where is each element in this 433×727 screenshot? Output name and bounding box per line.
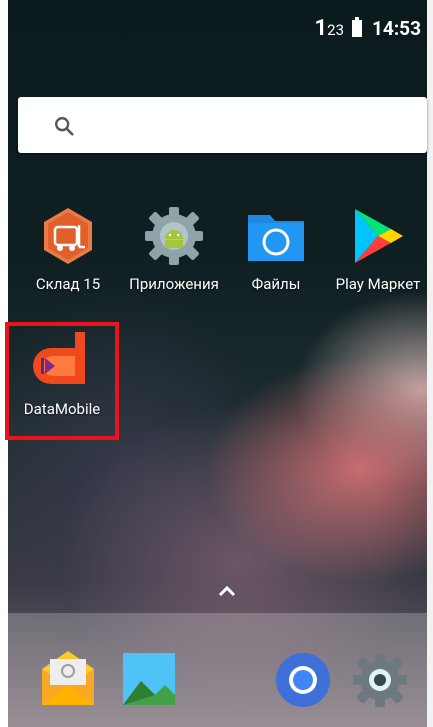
email-icon[interactable] [40, 651, 100, 709]
right-edge [427, 0, 433, 727]
app-prilozheniya[interactable]: Приложения [124, 205, 224, 293]
dock [8, 613, 427, 727]
battery-icon [352, 16, 363, 37]
sim-subnumber: 23 [327, 20, 345, 39]
forklift-icon [37, 205, 99, 267]
android-gear-icon [143, 205, 205, 267]
settings-icon[interactable] [350, 651, 410, 709]
sim-number: 1 [314, 15, 328, 41]
search-bar[interactable] [18, 97, 427, 153]
app-play-market[interactable]: Play Маркет [328, 205, 428, 293]
highlight-box [5, 322, 119, 440]
chrome-icon[interactable] [274, 651, 334, 709]
folder-icon [245, 205, 307, 267]
home-screen: 1 23 14:53 Склад 15 Приложения Файлы Pla… [0, 0, 433, 727]
clock: 14:53 [372, 16, 421, 40]
status-bar: 1 23 14:53 [8, 0, 427, 56]
chevron-up-icon[interactable] [217, 584, 237, 598]
app-faily[interactable]: Файлы [226, 205, 326, 293]
app-label: Play Маркет [335, 275, 421, 293]
play-store-icon [347, 205, 409, 267]
gallery-icon[interactable] [121, 651, 181, 709]
app-label: Склад 15 [35, 275, 101, 293]
app-sklad-15[interactable]: Склад 15 [18, 205, 118, 293]
app-label: Файлы [251, 275, 301, 293]
search-icon [55, 117, 74, 136]
sim-indicator: 1 23 [315, 16, 345, 41]
app-label: Приложения [129, 275, 219, 293]
